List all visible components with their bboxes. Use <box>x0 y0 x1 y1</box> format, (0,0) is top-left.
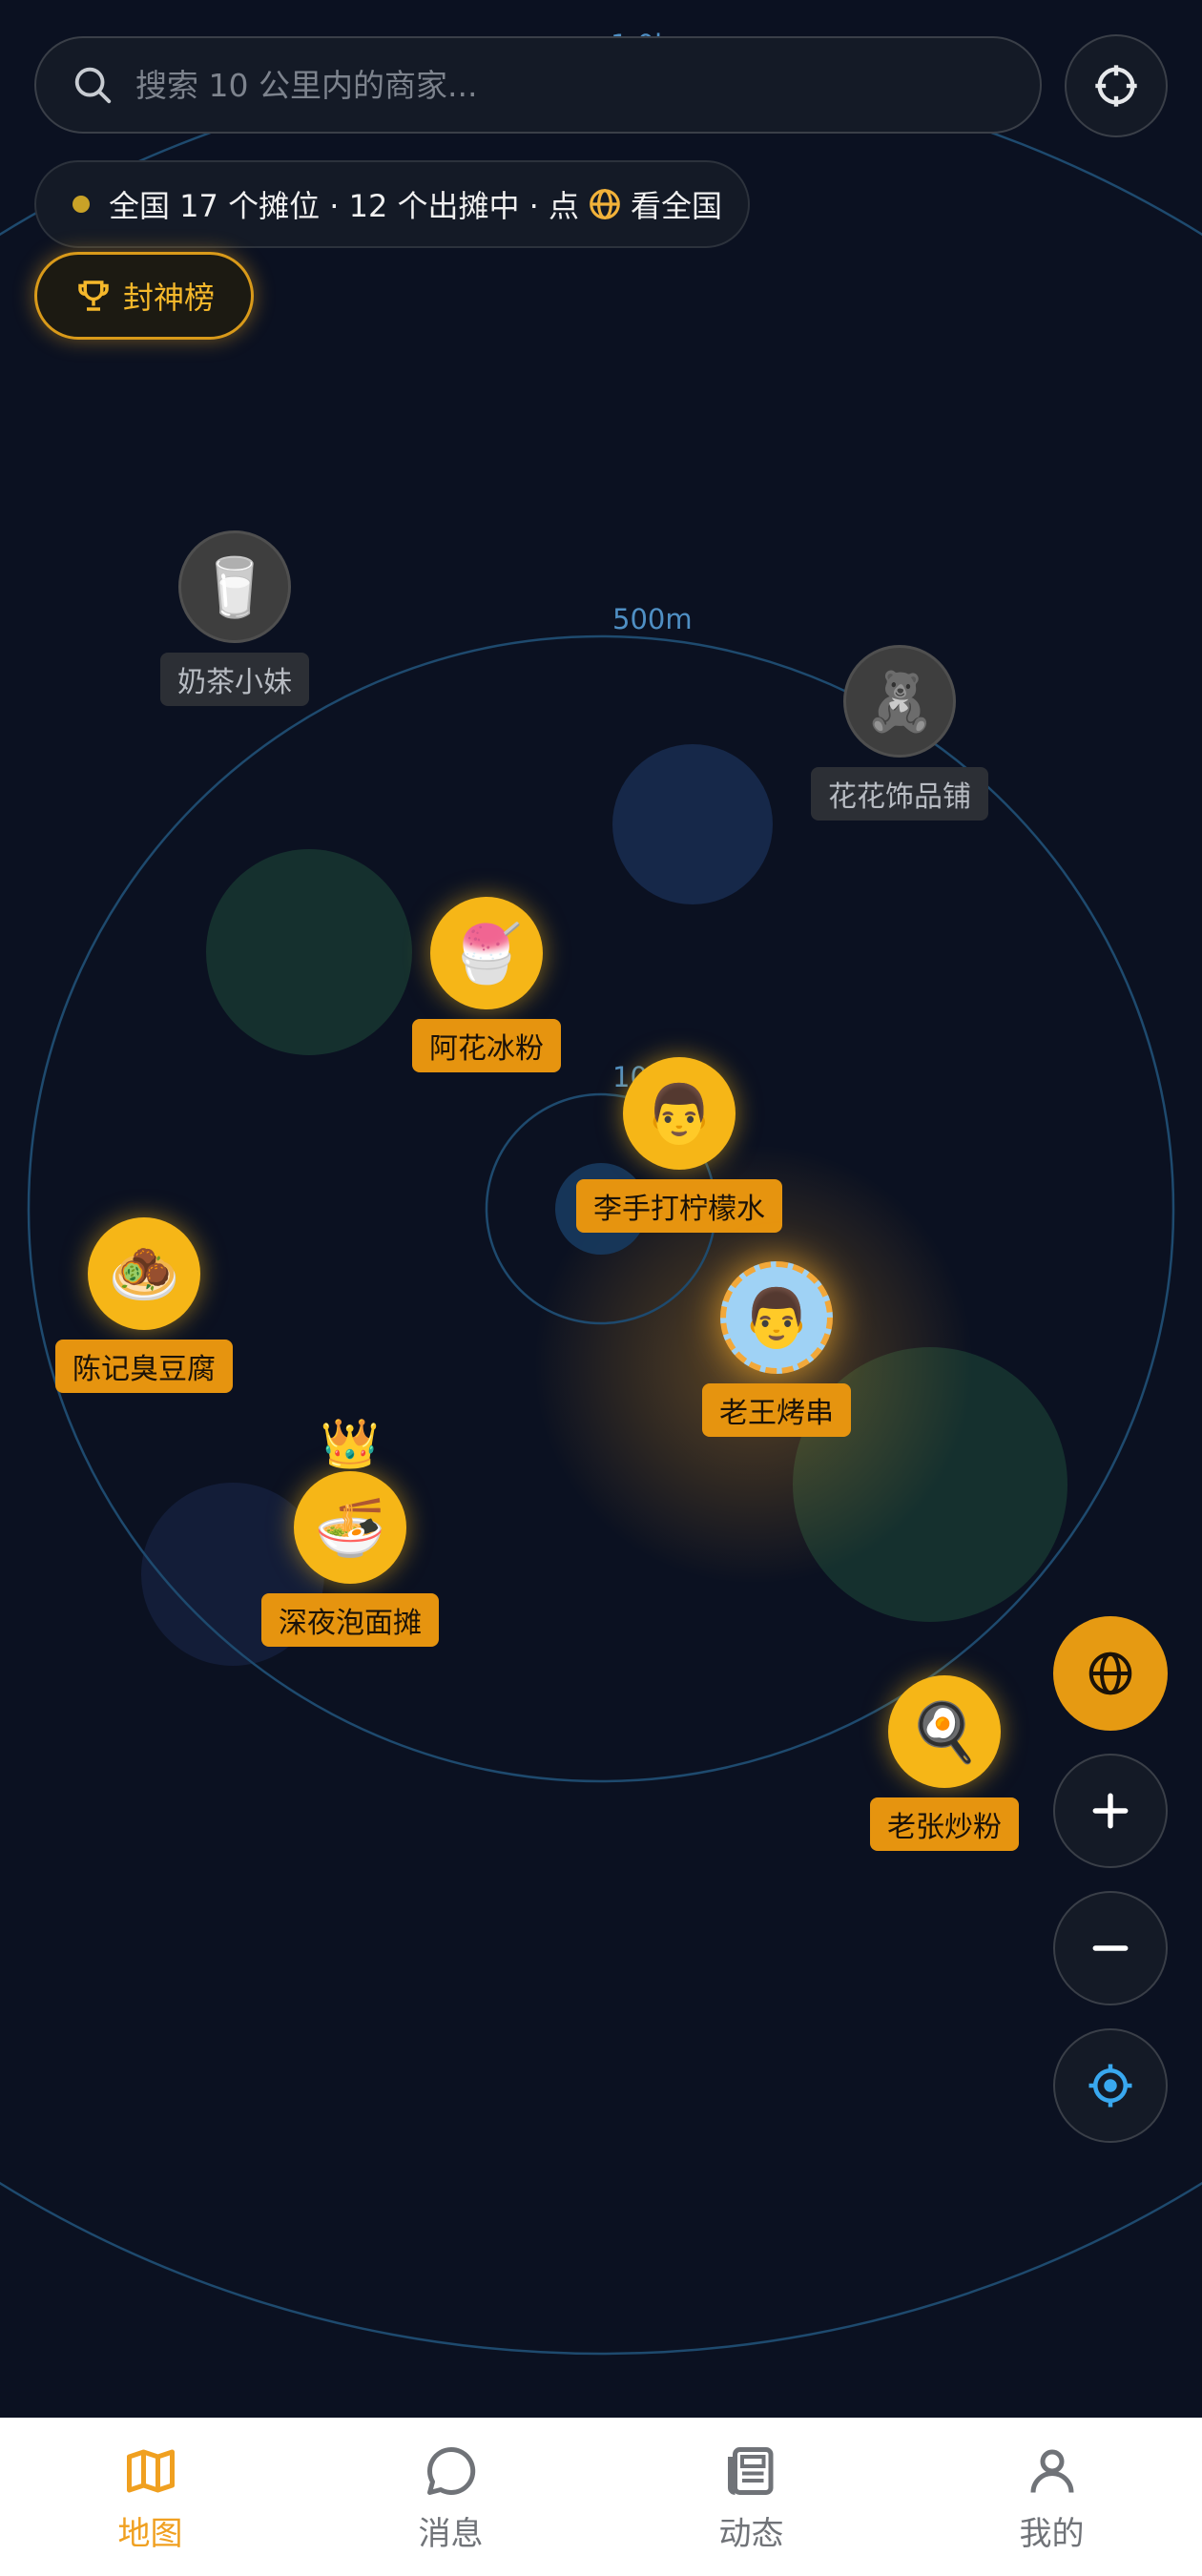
recenter-button[interactable] <box>1065 34 1168 137</box>
status-text: 全国 17 个摊位 · 12 个出摊中 · 点 <box>109 188 579 224</box>
stall-marker[interactable]: 🥛 奶茶小妹 <box>160 530 309 706</box>
view-nationwide-text: 看全国 <box>631 188 723 224</box>
teddy-bear-icon: 🧸 <box>843 645 956 758</box>
search-input[interactable] <box>135 66 994 104</box>
stinky-tofu-icon: 🧆 <box>88 1217 200 1330</box>
stall-marker-featured[interactable]: 👨 老王烤串 <box>702 1261 851 1437</box>
stall-name: 奶茶小妹 <box>160 653 309 706</box>
zoom-in-icon <box>1092 1793 1129 1829</box>
stall-marker[interactable]: 🧆 陈记臭豆腐 <box>55 1217 233 1393</box>
crosshair-icon <box>1095 65 1137 107</box>
stall-name: 花花饰品铺 <box>811 767 988 821</box>
stall-name: 老王烤串 <box>702 1383 851 1437</box>
nav-tab-map[interactable]: 地图 <box>0 2418 300 2576</box>
zoom-out-icon <box>1092 1945 1129 1951</box>
stall-marker[interactable]: 👑 🍜 深夜泡面摊 <box>261 1416 439 1647</box>
status-dot <box>73 196 90 213</box>
stall-marker[interactable]: 🧸 花花饰品铺 <box>811 645 988 821</box>
zoom-out-button[interactable] <box>1053 1891 1168 2005</box>
hall-of-fame-label: 封神榜 <box>122 280 215 316</box>
map-icon <box>126 2449 175 2493</box>
stall-name: 阿花冰粉 <box>412 1019 561 1072</box>
stall-name: 老张炒粉 <box>870 1797 1019 1851</box>
person-avatar-icon: 👨 <box>623 1057 736 1170</box>
milk-tea-icon: 🥛 <box>178 530 291 643</box>
stall-marker[interactable]: 🍳 老张炒粉 <box>870 1675 1019 1851</box>
trophy-icon <box>78 280 109 311</box>
my-location-icon <box>1088 2064 1132 2108</box>
nav-tab-messages[interactable]: 消息 <box>300 2418 601 2576</box>
chat-icon <box>426 2446 475 2495</box>
person-avatar-icon: 👨 <box>720 1261 833 1374</box>
ring-label-mid: 500m <box>612 603 693 635</box>
user-icon <box>1030 2449 1073 2493</box>
stall-name: 李手打柠檬水 <box>576 1179 782 1233</box>
globe-icon <box>1088 1652 1132 1695</box>
nav-label: 地图 <box>117 2515 183 2553</box>
zoom-in-button[interactable] <box>1053 1754 1168 1868</box>
hall-of-fame-button[interactable]: 封神榜 <box>34 252 254 340</box>
frying-pan-icon: 🍳 <box>888 1675 1001 1788</box>
stall-status-pill[interactable]: 全国 17 个摊位 · 12 个出摊中 · 点 看全国 <box>34 160 750 248</box>
crown-icon: 👑 <box>320 1416 381 1471</box>
noodle-bowl-icon: 🍜 <box>294 1471 406 1584</box>
stall-marker[interactable]: 🍧 阿花冰粉 <box>412 897 561 1072</box>
search-bar[interactable] <box>34 36 1042 134</box>
nav-label: 我的 <box>1019 2515 1085 2553</box>
nav-tab-profile[interactable]: 我的 <box>902 2418 1202 2576</box>
search-icon <box>74 67 112 104</box>
my-location-button[interactable] <box>1053 2028 1168 2143</box>
news-icon <box>727 2447 773 2495</box>
bottom-nav: 地图 消息 动态 我的 <box>0 2418 1202 2576</box>
stall-name: 陈记臭豆腐 <box>55 1340 233 1393</box>
stall-marker[interactable]: 👨 李手打柠檬水 <box>576 1057 782 1233</box>
nav-label: 消息 <box>418 2515 484 2553</box>
shaved-ice-icon: 🍧 <box>430 897 543 1009</box>
nav-tab-feed[interactable]: 动态 <box>601 2418 902 2576</box>
stall-name: 深夜泡面摊 <box>261 1593 439 1647</box>
map-view[interactable]: 1.0km 500m 100m 🥛 奶茶小妹 🧸 花花饰品铺 🍧 阿花冰粉 👨 … <box>0 0 1202 2418</box>
nationwide-view-button[interactable] <box>1053 1616 1168 1731</box>
globe-icon <box>590 189 620 219</box>
nav-label: 动态 <box>718 2515 784 2553</box>
